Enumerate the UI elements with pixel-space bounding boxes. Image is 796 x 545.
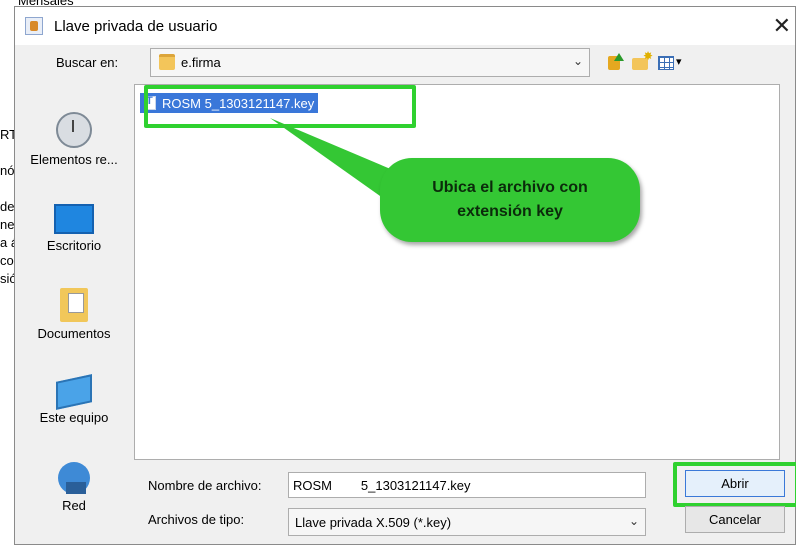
cancel-button[interactable]: Cancelar	[685, 506, 785, 533]
chevron-down-icon: ⌄	[628, 514, 639, 528]
place-recent-items[interactable]: Elementos re...	[14, 112, 134, 167]
background-fragment: a á	[0, 235, 14, 250]
places-bar: Elementos re... Escritorio Documentos Es…	[14, 90, 134, 530]
filename-field[interactable]	[288, 472, 646, 498]
background-fragment: ner	[0, 217, 14, 232]
background-fragment: RT.	[0, 127, 14, 142]
look-in-dropdown[interactable]: e.firma ⌄	[150, 48, 590, 77]
title-bar[interactable]: Llave privada de usuario ✕	[15, 7, 795, 45]
open-button[interactable]: Abrir	[685, 470, 785, 497]
place-label: Red	[62, 498, 86, 513]
look-in-label: Buscar en:	[56, 55, 119, 70]
java-app-icon	[25, 17, 43, 35]
dialog-title: Llave privada de usuario	[54, 18, 218, 35]
place-desktop[interactable]: Escritorio	[14, 204, 134, 253]
place-label: Documentos	[37, 326, 111, 341]
background-fragment: de	[0, 199, 14, 214]
place-label: Elementos re...	[30, 152, 118, 167]
place-label: Escritorio	[46, 238, 102, 253]
up-one-level-icon[interactable]	[604, 52, 628, 74]
callout-line-2: extensión key	[457, 203, 563, 220]
place-label: Este equipo	[39, 410, 109, 425]
look-in-value: e.firma	[181, 55, 221, 70]
network-icon	[58, 462, 90, 494]
background-fragment: sió	[0, 271, 14, 286]
callout-line-1: Ubica el archivo con	[432, 179, 588, 196]
chevron-down-icon: ⌄	[572, 54, 583, 68]
close-icon[interactable]: ✕	[773, 13, 791, 39]
filetype-dropdown[interactable]: Llave privada X.509 (*.key) ⌄	[288, 508, 646, 536]
place-this-pc[interactable]: Este equipo	[14, 374, 134, 425]
view-menu-icon[interactable]	[656, 52, 688, 74]
computer-icon	[56, 374, 92, 410]
file-list[interactable]: ROSM 5_1303121147.key	[134, 84, 780, 460]
folder-icon	[159, 54, 175, 70]
place-network[interactable]: Red	[14, 462, 134, 513]
recent-items-icon	[56, 112, 92, 148]
background-fragment: nó	[0, 163, 14, 178]
filetype-value: Llave privada X.509 (*.key)	[295, 515, 452, 530]
background-fragment: cor	[0, 253, 14, 268]
place-documents[interactable]: Documentos	[14, 288, 134, 341]
documents-icon	[60, 288, 88, 322]
filetype-label: Archivos de tipo:	[148, 512, 245, 527]
new-folder-icon[interactable]	[630, 49, 654, 74]
filename-label: Nombre de archivo:	[148, 478, 262, 493]
annotation-callout: Ubica el archivo con extensión key	[380, 158, 640, 242]
desktop-icon	[54, 204, 94, 234]
